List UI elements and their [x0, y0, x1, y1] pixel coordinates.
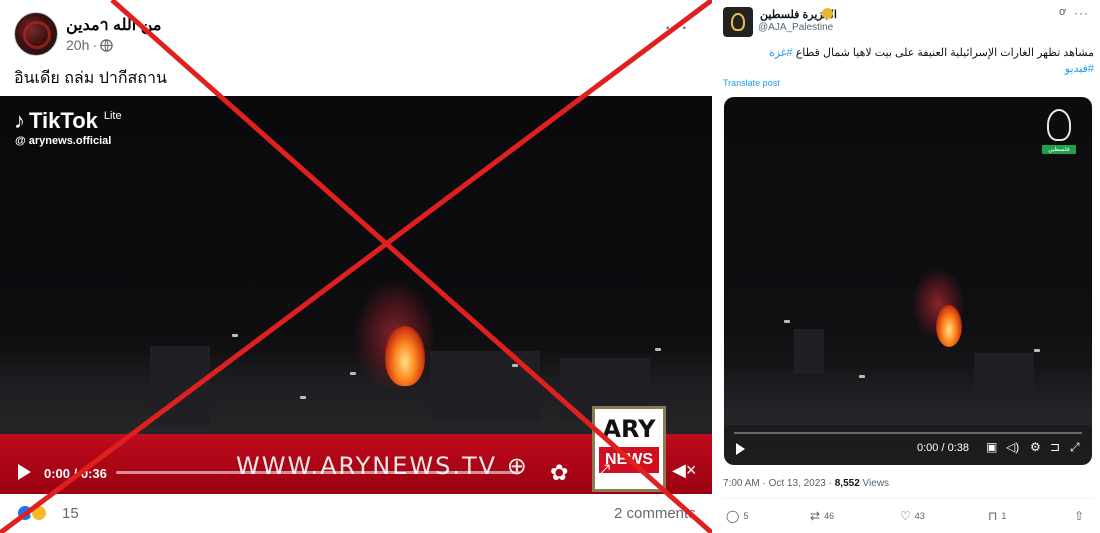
city-light: [655, 348, 661, 351]
video-controls: 0:00 / 0:38 ▣ ◁) ⚙ ⊐ ⤢: [724, 429, 1092, 465]
video-time: 0:00 / 0:36: [44, 466, 107, 481]
al-jazeera-logo: فلسطين: [1042, 109, 1076, 161]
post-text: อินเดีย ถล่ม ปากีสถาน: [14, 70, 167, 87]
more-options-button[interactable]: ···: [664, 16, 689, 38]
author-handle[interactable]: @AJA_Palestine: [758, 22, 833, 33]
volume-muted-icon[interactable]: ◀×: [672, 460, 696, 481]
repost-count: 46: [824, 511, 835, 521]
building: [430, 351, 540, 421]
post-text-main: مشاهد تظهر الغارات الإسرائيلية العنيفة ع…: [792, 47, 1094, 59]
fullscreen-icon[interactable]: ⤢: [1070, 440, 1080, 455]
share-button[interactable]: ⇧: [1074, 509, 1084, 523]
share-icon: ⇧: [1074, 509, 1085, 523]
explosion-fire: [936, 305, 962, 347]
video-player[interactable]: فلسطين 0:00 / 0:38 ▣ ◁) ⚙ ⊐ ⤢: [724, 97, 1092, 465]
reply-button[interactable]: ◯ 5: [726, 509, 748, 523]
repost-icon: ⇄: [810, 509, 821, 523]
tiktok-watermark: ♪ TikTok Lite: [14, 110, 122, 132]
bookmark-count: 1: [1001, 511, 1007, 521]
city-light: [350, 372, 356, 375]
facebook-post: مدينา من الله 20h · ··· อินเดีย ถล่ม ปาก…: [0, 0, 712, 533]
like-count: 43: [914, 511, 925, 521]
video-scrubber[interactable]: [116, 471, 520, 474]
post-meta: 20h ·: [66, 37, 113, 53]
verified-badge-icon: [822, 8, 833, 19]
city-silhouette: [724, 365, 1092, 425]
translate-post-link[interactable]: Translate post: [723, 78, 780, 88]
author-name[interactable]: مدينา من الله: [66, 13, 161, 38]
views-count: 8,552: [834, 478, 860, 489]
more-options-button[interactable]: ···: [1074, 6, 1089, 20]
explosion-fire: [385, 326, 425, 386]
reactions[interactable]: [16, 504, 48, 522]
settings-icon[interactable]: ⚙: [1030, 440, 1041, 454]
city-light: [784, 320, 790, 323]
tiktok-handle: @ arynews.official: [15, 135, 112, 147]
post-text: مشاهد تظهر الغارات الإسرائيلية العنيفة ع…: [722, 45, 1094, 77]
reply-count: 5: [743, 511, 749, 521]
city-light: [300, 396, 306, 399]
play-icon[interactable]: [736, 443, 745, 455]
video-time: 0:00 / 0:38: [917, 442, 969, 454]
play-icon[interactable]: [18, 464, 31, 480]
city-light: [859, 375, 865, 378]
meta-separator: ·: [92, 37, 98, 53]
city-light: [512, 364, 518, 367]
tiktok-note-icon: ♪: [14, 108, 25, 133]
repost-button[interactable]: ⇄ 46: [810, 509, 834, 523]
post-time[interactable]: 20h: [66, 37, 89, 53]
sad-reaction-icon: [30, 504, 48, 522]
hashtag-gaza[interactable]: #غزة: [769, 47, 793, 59]
reaction-count[interactable]: 15: [62, 505, 79, 522]
post-timestamp[interactable]: 7:00 AM · Oct 13, 2023 · 8,552 Views: [723, 478, 889, 489]
like-button[interactable]: ♡ 43: [900, 509, 925, 523]
tiktok-brand: TikTok: [29, 108, 98, 133]
al-jazeera-palestine-label: فلسطين: [1042, 145, 1076, 154]
video-progress-bar[interactable]: [734, 432, 1082, 434]
post-actions: ◯ 5 ⇄ 46 ♡ 43 ⊓ 1 ⇧: [712, 509, 1100, 527]
post-footer: 15 2 comments: [0, 500, 712, 530]
author-avatar[interactable]: [14, 12, 58, 56]
bookmark-icon: ⊓: [988, 509, 998, 523]
hashtag-video[interactable]: #فيديو: [1065, 63, 1094, 75]
city-light: [232, 334, 238, 337]
x-post: الجزيرة فلسطين @AJA_Palestine ơ ··· مشاه…: [712, 0, 1100, 533]
timestamp-text: 7:00 AM · Oct 13, 2023 ·: [723, 478, 835, 489]
video-player[interactable]: ♪ TikTok Lite @ arynews.official WWW.ARY…: [0, 96, 712, 494]
video-controls: 0:00 / 0:36 ✿ ⤢ ◀×: [0, 458, 712, 488]
ary-logo-top: ARY: [602, 415, 656, 443]
al-jazeera-mark-icon: [1047, 109, 1071, 141]
fullscreen-icon[interactable]: ⤢: [596, 461, 610, 482]
building: [150, 346, 210, 426]
bookmark-button[interactable]: ⊓ 1: [988, 509, 1006, 523]
tiktok-lite-label: Lite: [103, 110, 122, 122]
building: [794, 329, 824, 374]
author-avatar[interactable]: [723, 7, 753, 37]
city-light: [1034, 349, 1040, 352]
views-label: Views: [859, 478, 890, 489]
heart-icon: ♡: [900, 509, 911, 523]
divider: [722, 498, 1094, 499]
settings-icon[interactable]: ✿: [550, 460, 568, 486]
globe-icon: [100, 38, 113, 52]
volume-icon[interactable]: ◁): [1006, 440, 1019, 454]
building: [974, 353, 1034, 393]
comments-count[interactable]: 2 comments: [614, 505, 696, 522]
picture-in-picture-icon[interactable]: ⊐: [1050, 440, 1060, 454]
reply-icon: ◯: [726, 509, 740, 523]
captions-icon[interactable]: ▣: [986, 440, 997, 454]
grok-icon[interactable]: ơ: [1059, 6, 1066, 18]
